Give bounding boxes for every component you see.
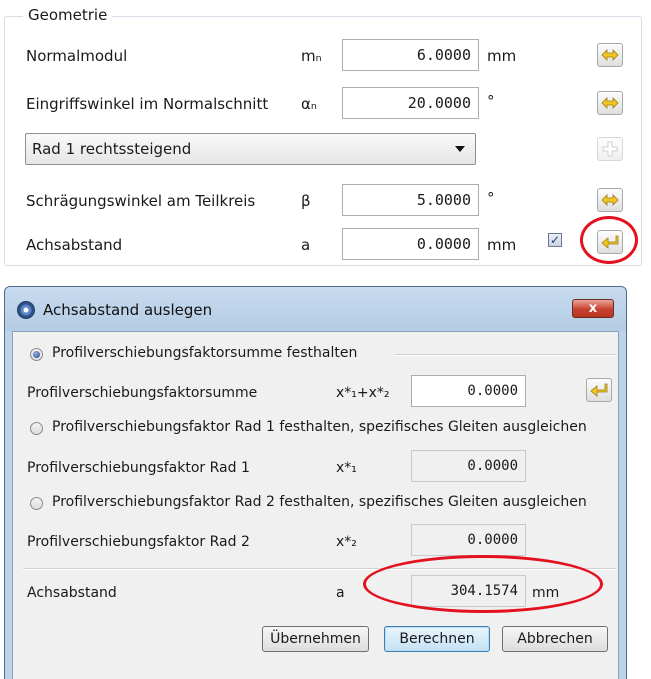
separator: [395, 354, 616, 356]
plus-icon: [602, 141, 618, 157]
achsabstand-symbol: a: [301, 236, 311, 254]
app-icon: [17, 301, 35, 319]
schraegungswinkel-input[interactable]: 5.0000: [342, 184, 479, 216]
rad2-symbol: x*₂: [336, 534, 357, 550]
schraegungswinkel-unit: °: [487, 189, 495, 207]
add-button[interactable]: [597, 137, 623, 161]
dialog-title: Achsabstand auslegen: [43, 301, 213, 319]
eingriffswinkel-input[interactable]: 20.0000: [342, 87, 479, 119]
checkmark-icon: ✓: [549, 233, 561, 247]
result-label: Achsabstand: [27, 585, 117, 601]
sum-transfer-button[interactable]: [586, 378, 612, 402]
achsabstand-label: Achsabstand: [26, 236, 123, 254]
geometry-group-title: Geometrie: [23, 6, 113, 24]
dialog-titlebar[interactable]: Achsabstand auslegen x: [5, 287, 626, 331]
double-arrow-icon: [601, 97, 619, 109]
return-arrow-icon: [601, 235, 619, 249]
achsabstand-unit: mm: [487, 236, 517, 254]
rad2-input[interactable]: 0.0000: [411, 524, 526, 556]
option-sum-label[interactable]: Profilverschiebungsfaktorsumme festhalte…: [52, 345, 357, 361]
option-sum-radio[interactable]: [30, 348, 43, 361]
close-button[interactable]: x: [572, 299, 614, 318]
rad1-symbol: x*₁: [336, 460, 357, 476]
option-rad2-radio[interactable]: [30, 497, 43, 510]
rad1-input[interactable]: 0.0000: [411, 450, 526, 482]
achsabstand-checkbox[interactable]: ✓: [548, 233, 562, 247]
separator: [23, 568, 616, 570]
option-rad2-label[interactable]: Profilverschiebungsfaktor Rad 2 festhalt…: [52, 494, 587, 510]
achsabstand-dialog: Achsabstand auslegen x Profilverschiebun…: [4, 286, 627, 679]
eingriffswinkel-symbol: αₙ: [301, 95, 317, 113]
schraegungswinkel-label: Schrägungswinkel am Teilkreis: [26, 192, 256, 210]
return-arrow-icon: [590, 383, 608, 397]
double-arrow-icon: [601, 49, 619, 61]
helix-direction-value: Rad 1 rechtssteigend: [32, 140, 192, 158]
normalmodul-unit: mm: [487, 47, 517, 65]
rad2-label: Profilverschiebungsfaktor Rad 2: [27, 534, 250, 550]
helix-direction-select[interactable]: Rad 1 rechtssteigend: [25, 133, 476, 165]
cancel-button[interactable]: Abbrechen: [502, 626, 608, 652]
sum-symbol: x*₁+x*₂: [336, 385, 390, 401]
rad1-label: Profilverschiebungsfaktor Rad 1: [27, 460, 250, 476]
normalmodul-toggle-button[interactable]: [597, 43, 623, 67]
schraegungswinkel-symbol: β: [301, 192, 311, 210]
normalmodul-input[interactable]: 6.0000: [342, 39, 479, 71]
normalmodul-symbol: mₙ: [301, 47, 322, 65]
eingriffswinkel-label: Eingriffswinkel im Normalschnitt: [26, 95, 269, 113]
dialog-client: Profilverschiebungsfaktorsumme festhalte…: [12, 331, 619, 679]
achsabstand-design-button[interactable]: [597, 230, 623, 254]
close-icon: x: [588, 301, 598, 316]
achsabstand-input[interactable]: 0.0000: [342, 228, 479, 260]
apply-button[interactable]: Übernehmen: [262, 626, 369, 652]
option-rad1-label[interactable]: Profilverschiebungsfaktor Rad 1 festhalt…: [52, 419, 587, 435]
normalmodul-label: Normalmodul: [26, 47, 128, 65]
double-arrow-icon: [601, 194, 619, 206]
result-output: 304.1574: [411, 575, 526, 607]
sum-label: Profilverschiebungsfaktorsumme: [27, 385, 258, 401]
result-unit: mm: [532, 585, 560, 601]
schraegungswinkel-toggle-button[interactable]: [597, 188, 623, 212]
eingriffswinkel-toggle-button[interactable]: [597, 91, 623, 115]
eingriffswinkel-unit: °: [487, 92, 495, 110]
calculate-button[interactable]: Berechnen: [384, 626, 490, 652]
sum-input[interactable]: 0.0000: [411, 375, 526, 407]
option-rad1-radio[interactable]: [30, 422, 43, 435]
chevron-down-icon: [455, 146, 465, 152]
result-symbol: a: [336, 585, 345, 601]
